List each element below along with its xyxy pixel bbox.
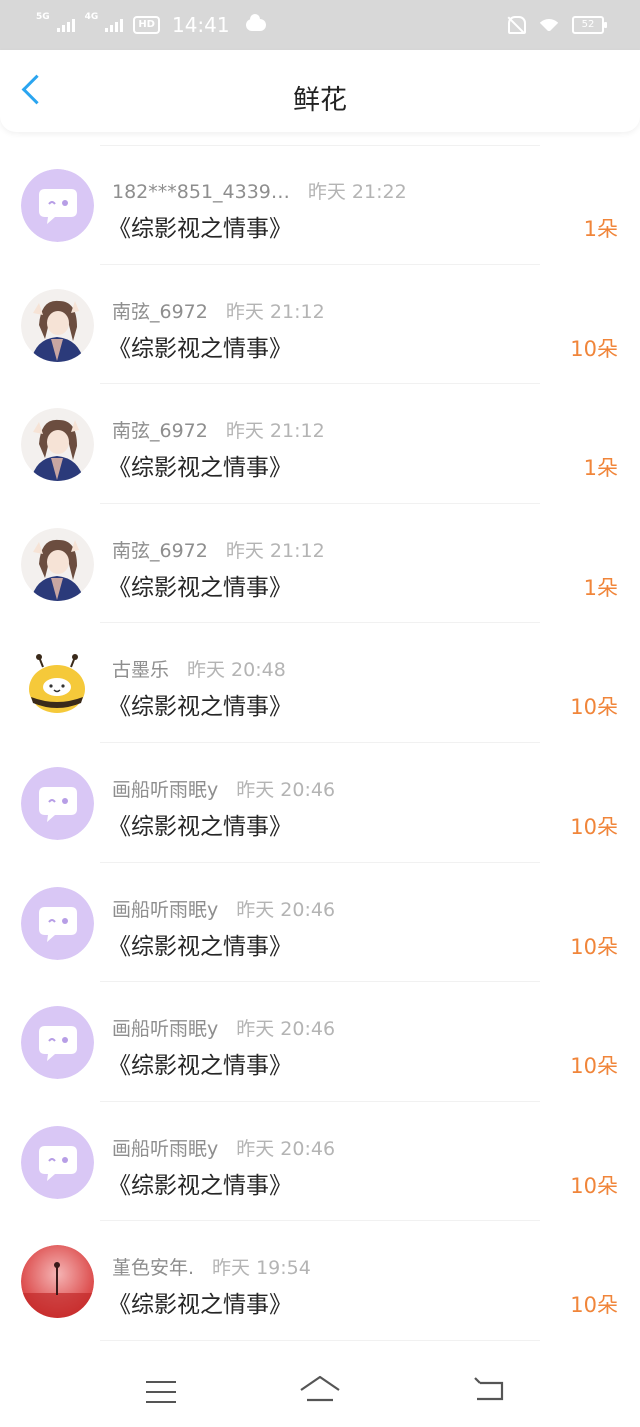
bee-avatar[interactable] xyxy=(21,647,94,721)
mute-bell-icon xyxy=(508,16,526,34)
username[interactable]: 南弦_6972 xyxy=(112,301,208,323)
status-bar: 5G 4G HD 14:41 52 xyxy=(0,0,640,50)
book-title: 《综影视之情事》 xyxy=(108,813,292,840)
hd-badge: HD xyxy=(133,16,160,34)
status-time: 14:41 xyxy=(171,13,230,37)
username[interactable]: 南弦_6972 xyxy=(112,540,208,562)
flower-count: 10朵 xyxy=(570,336,618,361)
list-item[interactable]: 画船听雨眠y 昨天 20:46 《综影视之情事》 10朵 xyxy=(0,743,640,863)
flower-list: 182***851_4339… 昨天 21:22 《综影视之情事》 1朵 南弦_6972… xyxy=(0,145,640,1341)
flower-count: 1朵 xyxy=(583,456,618,481)
timestamp: 昨天 20:46 xyxy=(236,778,336,801)
home-icon[interactable] xyxy=(298,1373,342,1407)
default-chat-avatar[interactable] xyxy=(21,169,94,242)
username[interactable]: 182***851_4339… xyxy=(112,181,290,203)
list-item[interactable]: 古墨乐 昨天 20:48 《综影视之情事》 10朵 xyxy=(0,623,640,743)
book-title: 《综影视之情事》 xyxy=(108,1172,292,1199)
item-meta: 画船听雨眠y 昨天 20:46 xyxy=(112,1014,335,1041)
wifi-icon xyxy=(540,19,558,31)
flower-count: 1朵 xyxy=(583,217,618,241)
username[interactable]: 南弦_6972 xyxy=(112,420,208,442)
username[interactable]: 画船听雨眠y xyxy=(112,899,218,921)
system-nav-bar xyxy=(0,1361,640,1427)
book-title: 《综影视之情事》 xyxy=(108,335,292,362)
book-title: 《综影视之情事》 xyxy=(108,933,292,960)
header: 鲜花 xyxy=(0,50,640,132)
anime-girl-avatar[interactable] xyxy=(21,288,94,362)
list-item[interactable]: 堇色安年. 昨天 19:54 《综影视之情事》 10朵 xyxy=(0,1221,640,1341)
network-label-5g: 5G xyxy=(36,12,50,22)
default-chat-avatar[interactable] xyxy=(21,1125,94,1199)
item-meta: 画船听雨眠y 昨天 20:46 xyxy=(112,775,335,802)
timestamp: 昨天 20:46 xyxy=(236,1137,336,1160)
divider xyxy=(100,1339,540,1341)
book-title: 《综影视之情事》 xyxy=(108,694,292,721)
flower-count: 10朵 xyxy=(570,1054,618,1079)
network-label-4g: 4G xyxy=(84,12,99,22)
item-meta: 堇色安年. 昨天 19:54 xyxy=(112,1253,311,1280)
page-title: 鲜花 xyxy=(293,85,347,116)
signal-icon xyxy=(105,18,124,32)
back-icon[interactable] xyxy=(472,1373,506,1407)
item-meta: 画船听雨眠y 昨天 20:46 xyxy=(112,895,335,922)
item-meta: 古墨乐 昨天 20:48 xyxy=(112,655,286,682)
timestamp: 昨天 21:12 xyxy=(225,420,325,443)
flower-count: 10朵 xyxy=(570,1173,618,1198)
timestamp: 昨天 21:12 xyxy=(225,539,325,562)
timestamp: 昨天 21:22 xyxy=(307,181,407,203)
default-chat-avatar[interactable] xyxy=(21,766,94,840)
item-meta: 182***851_4339… 昨天 21:22 xyxy=(112,177,407,204)
flower-count: 1朵 xyxy=(583,575,618,600)
list-item[interactable]: 182***851_4339… 昨天 21:22 《综影视之情事》 1朵 xyxy=(0,145,640,265)
timestamp: 昨天 21:12 xyxy=(225,300,325,323)
list-item[interactable]: 画船听雨眠y 昨天 20:46 《综影视之情事》 10朵 xyxy=(0,1102,640,1222)
cloud-icon xyxy=(245,14,266,31)
battery-icon: 52 xyxy=(572,16,607,34)
book-title: 《综影视之情事》 xyxy=(108,1292,292,1319)
timestamp: 昨天 20:48 xyxy=(187,659,286,682)
list-item[interactable]: 南弦_6972 昨天 21:12 《综影视之情事》 1朵 xyxy=(0,504,640,624)
username[interactable]: 画船听雨眠y xyxy=(112,1138,218,1160)
username[interactable]: 画船听雨眠y xyxy=(112,1018,218,1040)
flower-count: 10朵 xyxy=(570,1293,618,1318)
book-title: 《综影视之情事》 xyxy=(108,1053,292,1080)
username[interactable]: 堇色安年. xyxy=(112,1257,194,1279)
anime-girl-avatar[interactable] xyxy=(21,408,94,482)
default-chat-avatar[interactable] xyxy=(21,886,94,960)
item-meta: 南弦_6972 昨天 21:12 xyxy=(112,416,325,443)
item-meta: 南弦_6972 昨天 21:12 xyxy=(112,536,325,563)
flower-count: 10朵 xyxy=(570,934,618,959)
username[interactable]: 古墨乐 xyxy=(112,659,169,681)
list-item[interactable]: 画船听雨眠y 昨天 20:46 《综影视之情事》 10朵 xyxy=(0,863,640,983)
book-title: 《综影视之情事》 xyxy=(108,574,292,601)
flower-count: 10朵 xyxy=(570,695,618,720)
book-title: 《综影视之情事》 xyxy=(108,216,292,242)
red-scene-avatar[interactable] xyxy=(21,1245,94,1319)
signal-icon xyxy=(56,18,75,32)
list-item[interactable]: 南弦_6972 昨天 21:12 《综影视之情事》 10朵 xyxy=(0,265,640,385)
timestamp: 昨天 19:54 xyxy=(212,1257,311,1280)
list-item[interactable]: 南弦_6972 昨天 21:12 《综影视之情事》 1朵 xyxy=(0,384,640,504)
flower-count: 10朵 xyxy=(570,814,618,839)
username[interactable]: 画船听雨眠y xyxy=(112,779,218,801)
list-item[interactable]: 画船听雨眠y 昨天 20:46 《综影视之情事》 10朵 xyxy=(0,982,640,1102)
timestamp: 昨天 20:46 xyxy=(236,898,336,921)
timestamp: 昨天 20:46 xyxy=(236,1018,336,1041)
item-meta: 画船听雨眠y 昨天 20:46 xyxy=(112,1134,335,1161)
anime-girl-avatar[interactable] xyxy=(21,527,94,601)
menu-icon[interactable] xyxy=(146,1381,176,1411)
default-chat-avatar[interactable] xyxy=(21,1006,94,1080)
item-meta: 南弦_6972 昨天 21:12 xyxy=(112,297,325,324)
book-title: 《综影视之情事》 xyxy=(108,455,292,482)
